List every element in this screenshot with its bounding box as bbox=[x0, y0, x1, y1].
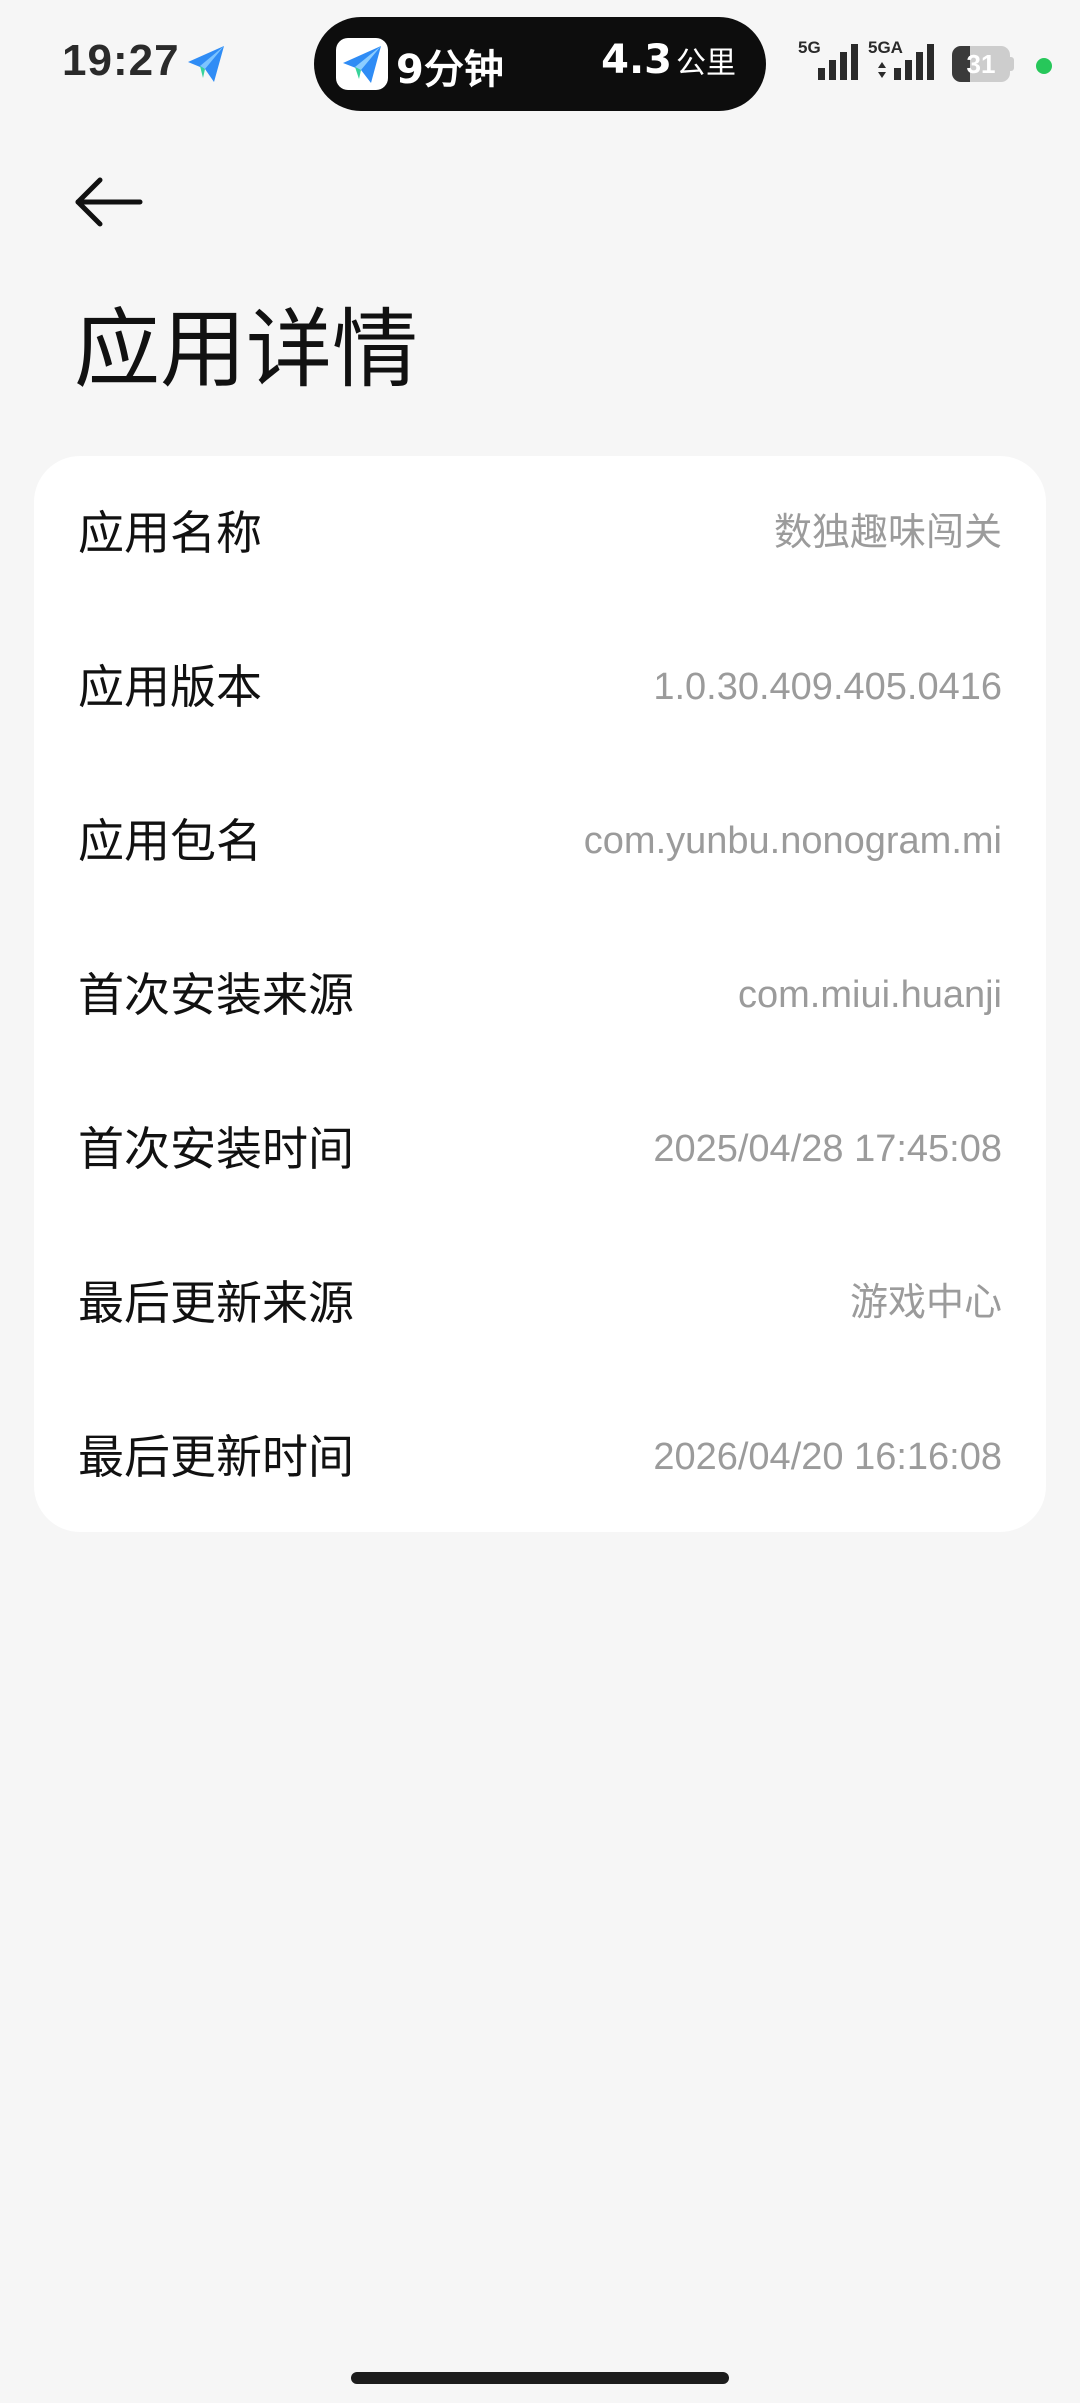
status-time: 19:27 bbox=[62, 36, 180, 85]
detail-label: 首次安装来源 bbox=[78, 968, 354, 1022]
arrow-left-icon bbox=[75, 177, 143, 227]
detail-value: 2025/04/28 17:45:08 bbox=[653, 1128, 1002, 1170]
paper-plane-icon bbox=[188, 46, 224, 82]
page-title: 应用详情 bbox=[74, 300, 418, 400]
detail-value: 数独趣味闯关 bbox=[773, 512, 1002, 554]
detail-label: 最后更新来源 bbox=[78, 1276, 354, 1330]
detail-value: 2026/04/20 16:16:08 bbox=[653, 1436, 1002, 1478]
activity-duration: 9分钟 bbox=[396, 47, 504, 93]
detail-label: 应用名称 bbox=[78, 506, 262, 560]
detail-value: com.miui.huanji bbox=[738, 974, 1002, 1016]
detail-row-app-name[interactable]: 应用名称 数独趣味闯关 bbox=[34, 456, 1046, 610]
signal-bars-icon bbox=[878, 44, 934, 80]
activity-pill[interactable]: 9分钟 4.3 公里 bbox=[314, 17, 766, 111]
detail-row-app-version[interactable]: 应用版本 1.0.30.409.405.0416 bbox=[34, 610, 1046, 764]
detail-row-last-update-time[interactable]: 最后更新时间 2026/04/20 16:16:08 bbox=[34, 1380, 1046, 1534]
battery-level: 31 bbox=[966, 49, 996, 79]
app-details-screen: 19:27 9分钟 4.3 公里 5G 5GA 31 应用详情 应用名称 数独趣… bbox=[0, 0, 1080, 2403]
detail-value: 游戏中心 bbox=[849, 1282, 1002, 1324]
activity-distance-value: 4.3 bbox=[601, 37, 672, 83]
paper-plane-icon bbox=[336, 38, 388, 90]
detail-row-first-install-time[interactable]: 首次安装时间 2025/04/28 17:45:08 bbox=[34, 1072, 1046, 1226]
detail-label: 应用包名 bbox=[78, 814, 262, 868]
detail-label: 应用版本 bbox=[78, 660, 262, 714]
home-indicator[interactable] bbox=[351, 2372, 729, 2384]
signal-5ga: 5GA bbox=[868, 38, 940, 84]
detail-label: 最后更新时间 bbox=[78, 1430, 354, 1484]
detail-row-package-name[interactable]: 应用包名 com.yunbu.nonogram.mi bbox=[34, 764, 1046, 918]
back-button[interactable] bbox=[66, 162, 150, 246]
activity-distance-unit: 公里 bbox=[676, 46, 736, 81]
detail-value: 1.0.30.409.405.0416 bbox=[653, 666, 1002, 708]
activity-distance: 4.3 公里 bbox=[601, 37, 736, 83]
detail-label: 首次安装时间 bbox=[78, 1122, 354, 1176]
detail-row-last-update-source[interactable]: 最后更新来源 游戏中心 bbox=[34, 1226, 1046, 1380]
battery-icon: 31 bbox=[952, 46, 1014, 82]
signal-bars-icon bbox=[818, 44, 858, 80]
detail-value: com.yunbu.nonogram.mi bbox=[583, 820, 1002, 862]
detail-row-first-install-source[interactable]: 首次安装来源 com.miui.huanji bbox=[34, 918, 1046, 1072]
privacy-indicator-dot bbox=[1036, 58, 1052, 74]
signal-5g: 5G bbox=[798, 38, 864, 84]
status-bar: 19:27 9分钟 4.3 公里 5G 5GA 31 bbox=[0, 0, 1080, 130]
details-card: 应用名称 数独趣味闯关 应用版本 1.0.30.409.405.0416 应用包… bbox=[34, 456, 1046, 1532]
